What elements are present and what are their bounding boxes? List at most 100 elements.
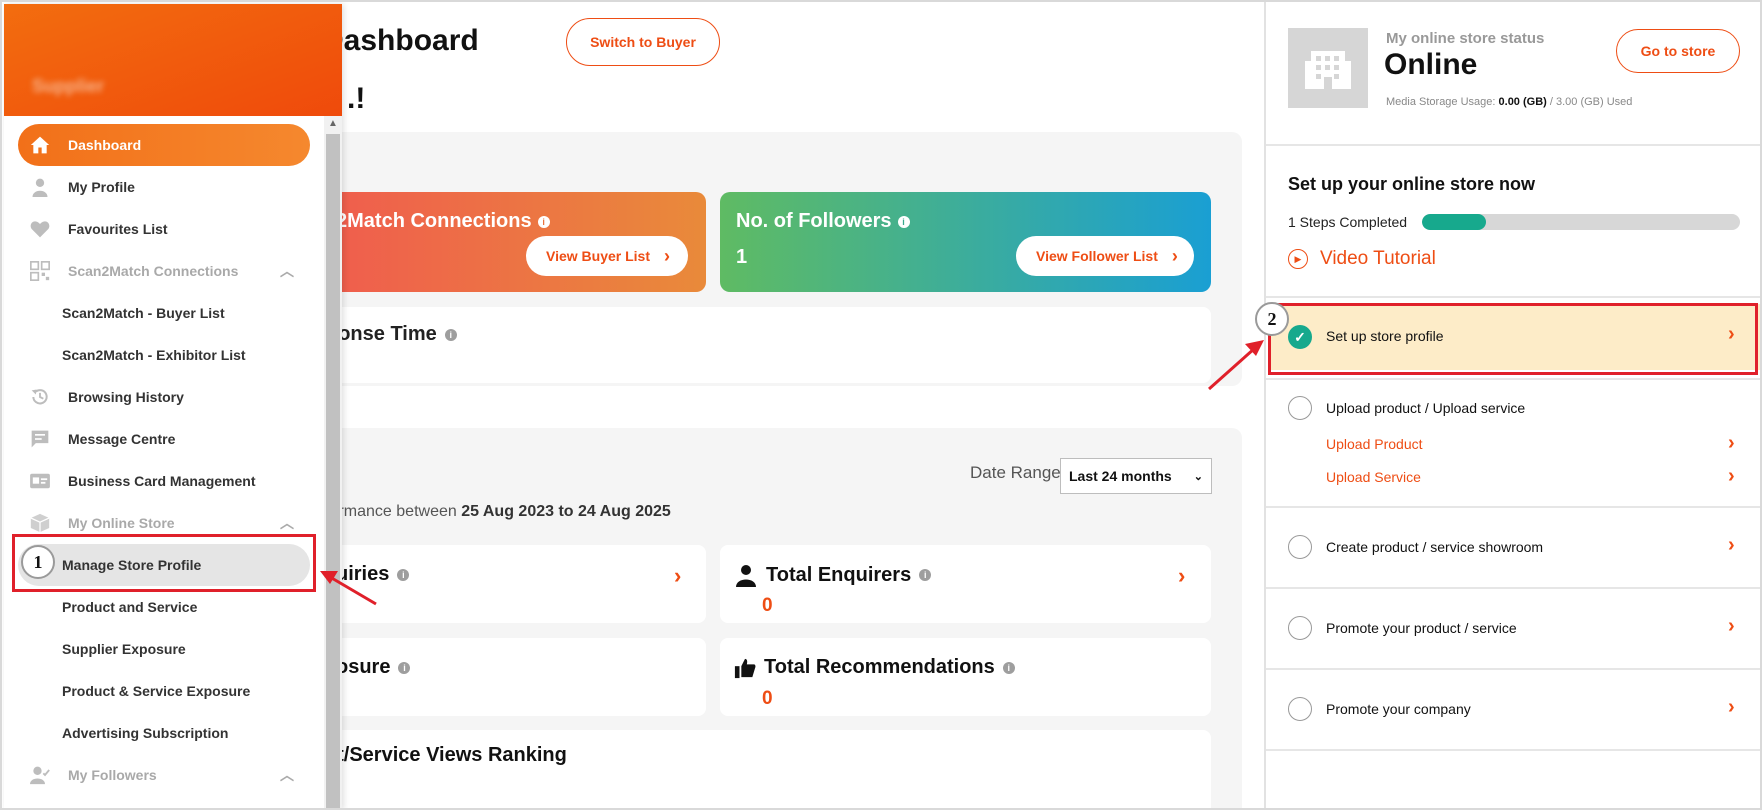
task-label: Promote your company [1326, 701, 1471, 717]
sidebar-item-label: Dashboard [68, 137, 142, 153]
task-promote-company[interactable]: Promote your company › [1270, 676, 1760, 746]
chevron-right-icon: › [1171, 245, 1178, 266]
upload-service-link[interactable]: Upload Service [1326, 469, 1421, 485]
response-time-card: ponse Time i [302, 307, 1211, 383]
chevron-up-icon[interactable]: ︿ [280, 261, 294, 281]
sidebar-item-label: Supplier Exposure [62, 641, 186, 657]
media-storage-usage: Media Storage Usage: 0.00 (GB) / 3.00 (G… [1386, 96, 1632, 108]
exposure-card: osure i [302, 638, 706, 716]
ranking-title: ct/Service Views Ranking [326, 744, 567, 766]
sidebar-item-label: Advertising Subscription [62, 725, 229, 741]
store-status-value: Online [1384, 48, 1478, 81]
response-time-title: ponse Time i [326, 323, 457, 346]
sidebar-section-scan2match[interactable]: Scan2Match Connections ︿ [18, 250, 310, 292]
sidebar-section-my-followers[interactable]: My Followers ︿ [18, 754, 310, 796]
divider [1266, 749, 1760, 751]
screen: r Dashboard ier .! Switch to Buyer 2Matc… [0, 0, 1762, 810]
info-icon[interactable]: i [897, 215, 910, 228]
stat-title: osure i [336, 656, 411, 679]
switch-to-buyer-button[interactable]: Switch to Buyer [566, 18, 720, 66]
upload-product-link[interactable]: Upload Product [1326, 436, 1423, 452]
stat-value: 0 [762, 595, 773, 616]
total-enquirers-card[interactable]: Total Enquirers i 0 › [720, 545, 1211, 623]
thumbs-up-icon [734, 658, 756, 678]
media-used: 0.00 (GB) [1498, 96, 1547, 108]
performance-dates: 25 Aug 2023 to 24 Aug 2025 [461, 503, 671, 520]
chevron-up-icon[interactable]: ︿ [280, 513, 294, 533]
building-icon [1305, 51, 1351, 89]
sidebar-item-advertising-subscription[interactable]: Advertising Subscription [18, 712, 310, 754]
step-badge-1: 1 [21, 545, 55, 579]
qr-code-icon [28, 259, 52, 283]
date-range-select[interactable]: Last 24 months ⌄ [1060, 458, 1212, 494]
sidebar-item-product-and-service[interactable]: Product and Service [18, 586, 310, 628]
task-label: Upload product / Upload service [1326, 400, 1526, 416]
sidebar-item-supplier-exposure[interactable]: Supplier Exposure [18, 628, 310, 670]
chevron-right-icon[interactable]: › [1728, 432, 1735, 455]
sidebar-item-label: Business Card Management [68, 473, 256, 489]
sidebar-item-label: My Online Store [68, 515, 175, 531]
connections-title: 2Match Connections i [336, 210, 550, 233]
person-icon [736, 565, 756, 587]
enquiries-card[interactable]: uiries i › [302, 545, 706, 623]
video-tutorial-label: Video Tutorial [1320, 248, 1436, 269]
date-range-value: Last 24 months [1069, 468, 1172, 484]
empty-circle-icon [1288, 697, 1312, 721]
chevron-right-icon[interactable]: › [1178, 563, 1185, 589]
sidebar-item-product-service-exposure[interactable]: Product & Service Exposure [18, 670, 310, 712]
info-icon[interactable]: i [397, 568, 410, 581]
scrollbar-thumb[interactable] [326, 134, 340, 808]
stat-title: Total Recommendations i [734, 656, 1015, 679]
view-buyer-list-button[interactable]: View Buyer List › [526, 236, 688, 276]
store-status-panel: My online store status Online Media Stor… [1264, 2, 1760, 808]
sidebar-item-favourites[interactable]: Favourites List [18, 208, 310, 250]
go-to-store-button[interactable]: Go to store [1616, 29, 1740, 73]
followers-card: No. of Followers i 1 View Follower List … [720, 192, 1211, 292]
view-follower-list-button[interactable]: View Follower List › [1016, 236, 1194, 276]
view-follower-list-label: View Follower List [1036, 248, 1158, 264]
video-tutorial-link[interactable]: ▶ Video Tutorial [1288, 248, 1436, 270]
task-create-showroom[interactable]: Create product / service showroom › [1270, 514, 1760, 584]
sidebar-item-dashboard[interactable]: Dashboard [18, 124, 310, 166]
sidebar-item-message-centre[interactable]: Message Centre [18, 418, 310, 460]
connections-title-text: 2Match Connections [336, 210, 532, 232]
store-box-icon [28, 511, 52, 535]
play-icon: ▶ [1288, 249, 1308, 269]
person-icon [28, 175, 52, 199]
sidebar-item-label: Scan2Match Connections [68, 263, 239, 279]
info-icon[interactable]: i [919, 569, 932, 581]
setup-progress-bar [1422, 214, 1740, 230]
username: Supplier [32, 76, 105, 96]
media-total: / 3.00 (GB) Used [1549, 96, 1633, 108]
ranking-card: ct/Service Views Ranking [302, 730, 1211, 808]
sidebar-item-browsing-history[interactable]: Browsing History [18, 376, 310, 418]
sidebar-item-exhibitor-list[interactable]: Scan2Match - Exhibitor List [18, 334, 310, 376]
store-image [1288, 28, 1368, 108]
info-icon[interactable]: i [1002, 661, 1015, 674]
stat-title: Total Enquirers i [734, 563, 932, 587]
chevron-right-icon[interactable]: › [674, 563, 681, 589]
divider [1266, 378, 1760, 380]
chevron-right-icon: › [1728, 534, 1735, 556]
task-promote-product-service[interactable]: Promote your product / service › [1270, 595, 1760, 665]
step-badge-2: 2 [1255, 302, 1289, 336]
sidebar-item-label: Scan2Match - Exhibitor List [62, 347, 246, 363]
info-icon[interactable]: i [537, 215, 550, 228]
chevron-up-icon[interactable]: ︿ [280, 765, 294, 785]
sidebar-item-label: Browsing History [68, 389, 184, 405]
sidebar-item-buyer-list[interactable]: Scan2Match - Buyer List [18, 292, 310, 334]
stat-title: uiries i [336, 563, 410, 586]
divider [1266, 506, 1760, 508]
stat-title-text: uiries [336, 563, 390, 585]
sidebar-item-business-card[interactable]: Business Card Management [18, 460, 310, 502]
sidebar-item-my-profile[interactable]: My Profile [18, 166, 310, 208]
chevron-down-icon: ⌄ [1193, 470, 1203, 483]
heart-icon [28, 217, 52, 241]
chevron-right-icon[interactable]: › [1728, 465, 1735, 488]
stat-title-text: Total Recommendations [764, 656, 995, 678]
info-icon[interactable]: i [444, 328, 457, 341]
chevron-up-icon[interactable]: ▲ [326, 118, 340, 129]
message-icon [28, 427, 52, 451]
info-icon[interactable]: i [398, 661, 411, 674]
stat-title-text: osure [336, 656, 391, 678]
